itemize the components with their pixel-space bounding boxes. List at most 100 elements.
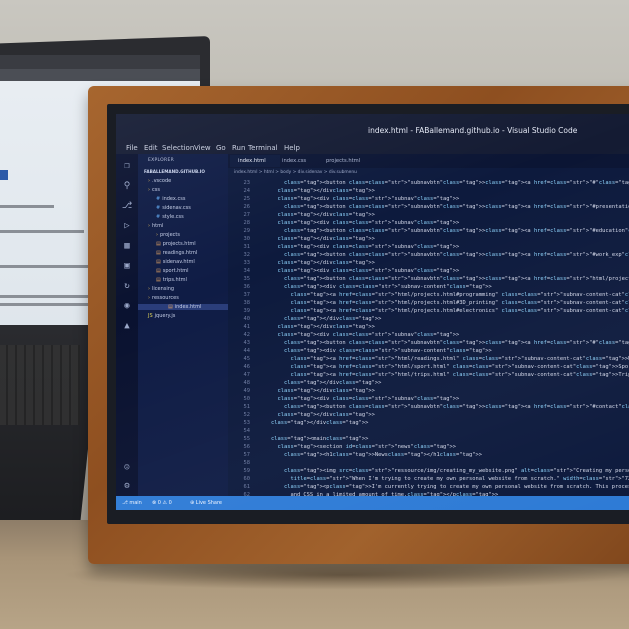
editor-tabs: index.html index.css projects.html xyxy=(228,154,629,168)
line-source: class="tag"><section id=class="str">"new… xyxy=(277,444,457,450)
explorer-item-label: style.css xyxy=(162,214,184,220)
explorer-item-label: readings.html xyxy=(162,250,198,256)
line-number: 25 xyxy=(243,196,251,202)
laptop-blue-block xyxy=(0,170,8,180)
explorer-item[interactable]: › licensing xyxy=(148,286,174,292)
tab-index-html[interactable]: index.html xyxy=(230,155,280,167)
activity-bar: ❐ ⚲ ⎇ ▷ ▦ ▣ ↻ ◉ ▲ ☺ ⚙ xyxy=(116,154,138,496)
explorer-item[interactable]: › .vscode xyxy=(148,178,171,184)
code-line: 56 class="tag"><section id=class="str">"… xyxy=(228,443,629,451)
line-source: class="tag"><div class=class="str">"subn… xyxy=(277,332,460,338)
line-number: 28 xyxy=(243,220,251,226)
line-source: class="tag"><div class=class="str">"subn… xyxy=(283,348,492,354)
github-icon[interactable]: ◉ xyxy=(121,300,133,312)
code-line: 25 class="tag"><div class=class="str">"s… xyxy=(228,195,629,203)
explorer-item-label: ressources xyxy=(152,295,179,301)
line-source: class="tag"><h1class="tag">>Newsclass="t… xyxy=(283,452,482,458)
explorer-item-label: index.css xyxy=(162,196,186,202)
line-source: class="tag"><button class=class="str">"s… xyxy=(283,276,629,282)
line-source: class="tag"><div class=class="str">"subn… xyxy=(283,284,492,290)
explorer-item[interactable]: › css xyxy=(148,187,160,193)
explorer-item[interactable]: JS jquery.js xyxy=(148,313,175,319)
run-debug-icon[interactable]: ▷ xyxy=(121,220,133,232)
menu-view[interactable]: View xyxy=(194,144,211,152)
html-file-icon: ▤ xyxy=(156,277,161,283)
line-source: class="tag"></divclass="tag">> xyxy=(277,412,375,418)
code-line: 34 class="tag"><div class=class="str">"s… xyxy=(228,267,629,275)
menu-selection[interactable]: Selection xyxy=(162,144,194,152)
line-source: class="tag"><button class=class="str">"s… xyxy=(283,180,629,186)
line-number: 35 xyxy=(243,276,251,282)
live-share-icon[interactable]: ↻ xyxy=(121,280,133,292)
account-icon[interactable]: ☺ xyxy=(121,462,133,474)
line-source: class="tag"><div class=class="str">"subn… xyxy=(277,268,460,274)
folder-chevron-icon: › xyxy=(148,295,150,301)
code-line: 58 xyxy=(228,459,629,467)
source-control-icon[interactable]: ⎇ xyxy=(121,200,133,212)
code-line: 54 xyxy=(228,427,629,435)
explorer-item[interactable]: # sidenav.css xyxy=(156,205,191,211)
line-source: class="tag"></divclass="tag">> xyxy=(277,324,375,330)
explorer-item-label: projects xyxy=(160,232,180,238)
line-source: class="tag"><div class=class="str">"subn… xyxy=(277,244,460,250)
explorer-item[interactable]: # style.css xyxy=(156,214,184,220)
explorer-item[interactable]: ▤ sport.html xyxy=(156,268,189,274)
line-number: 56 xyxy=(243,444,251,450)
search-icon[interactable]: ⚲ xyxy=(121,180,133,192)
explorer-item[interactable]: ▤ readings.html xyxy=(156,250,197,256)
settings-gear-icon[interactable]: ⚙ xyxy=(121,480,133,492)
extensions-icon[interactable]: ▦ xyxy=(121,240,133,252)
html-file-icon: ▤ xyxy=(156,259,161,265)
line-number: 52 xyxy=(243,412,251,418)
code-line: 31 class="tag"><div class=class="str">"s… xyxy=(228,243,629,251)
menu-go[interactable]: Go xyxy=(216,144,226,152)
remote-explorer-icon[interactable]: ▣ xyxy=(121,260,133,272)
breadcrumb[interactable]: index.html > html > body > div.sidenav >… xyxy=(234,170,357,175)
code-line: 36 class="tag"><div class=class="str">"s… xyxy=(228,283,629,291)
explorer-item[interactable]: › html xyxy=(148,223,163,229)
menu-help[interactable]: Help xyxy=(284,144,300,152)
status-problems[interactable]: ⊗ 0 ⚠ 0 xyxy=(152,496,172,510)
line-number: 38 xyxy=(243,300,251,306)
menu-file[interactable]: File xyxy=(126,144,138,152)
line-number: 32 xyxy=(243,252,251,258)
status-branch[interactable]: ⎇ main xyxy=(122,496,142,510)
docker-icon[interactable]: ▲ xyxy=(121,320,133,332)
tab-index-css[interactable]: index.css xyxy=(274,155,324,167)
editor-area: index.html index.css projects.html index.h… xyxy=(228,154,629,498)
menu-run[interactable]: Run xyxy=(232,144,245,152)
explorer-item[interactable]: ▤ trips.html xyxy=(156,277,187,283)
menu-edit[interactable]: Edit xyxy=(144,144,158,152)
line-number: 41 xyxy=(243,324,251,330)
menu-terminal[interactable]: Terminal xyxy=(248,144,278,152)
explorer-item[interactable]: # index.css xyxy=(156,196,185,202)
explorer-item-label: projects.html xyxy=(162,241,196,247)
line-number: 46 xyxy=(243,364,251,370)
line-number: 37 xyxy=(243,292,251,298)
code-line: 29 class="tag"><button class=class="str"… xyxy=(228,227,629,235)
explorer-item[interactable]: ▤ index.html xyxy=(138,304,228,310)
line-number: 47 xyxy=(243,372,251,378)
code-line: 61 class="tag"><pclass="tag">>I'm curren… xyxy=(228,483,629,491)
code-line: 57 class="tag"><h1class="tag">>Newsclass… xyxy=(228,451,629,459)
explorer-item[interactable]: › ressources xyxy=(148,295,179,301)
line-source: class="tag"><a href=class="str">"html/pr… xyxy=(290,308,629,314)
laptop-text-line xyxy=(0,230,84,233)
line-number: 34 xyxy=(243,268,251,274)
explorer-item[interactable]: ▤ sidenav.html xyxy=(156,259,195,265)
line-number: 58 xyxy=(243,460,251,466)
html-file-icon: ▤ xyxy=(156,241,161,247)
code-line: 46 class="tag"><a href=class="str">"html… xyxy=(228,363,629,371)
explorer-item[interactable]: › projects xyxy=(156,232,180,238)
folder-chevron-icon: › xyxy=(148,187,150,193)
repo-folder-name[interactable]: FABALLEMAND.GITHUB.IO xyxy=(144,169,205,174)
tab-projects-html[interactable]: projects.html xyxy=(318,155,382,167)
line-number: 44 xyxy=(243,348,251,354)
code-line: 48 class="tag"></divclass="tag">> xyxy=(228,379,629,387)
explorer-icon[interactable]: ❐ xyxy=(121,160,133,172)
line-source: class="tag"><button class=class="str">"s… xyxy=(283,340,629,346)
explorer-item[interactable]: ▤ projects.html xyxy=(156,241,196,247)
code-line: 33 class="tag"></divclass="tag">> xyxy=(228,259,629,267)
code-line: 59 class="tag"><img src=class="str">"res… xyxy=(228,467,629,475)
status-live-share[interactable]: ⊕ Live Share xyxy=(190,496,222,510)
